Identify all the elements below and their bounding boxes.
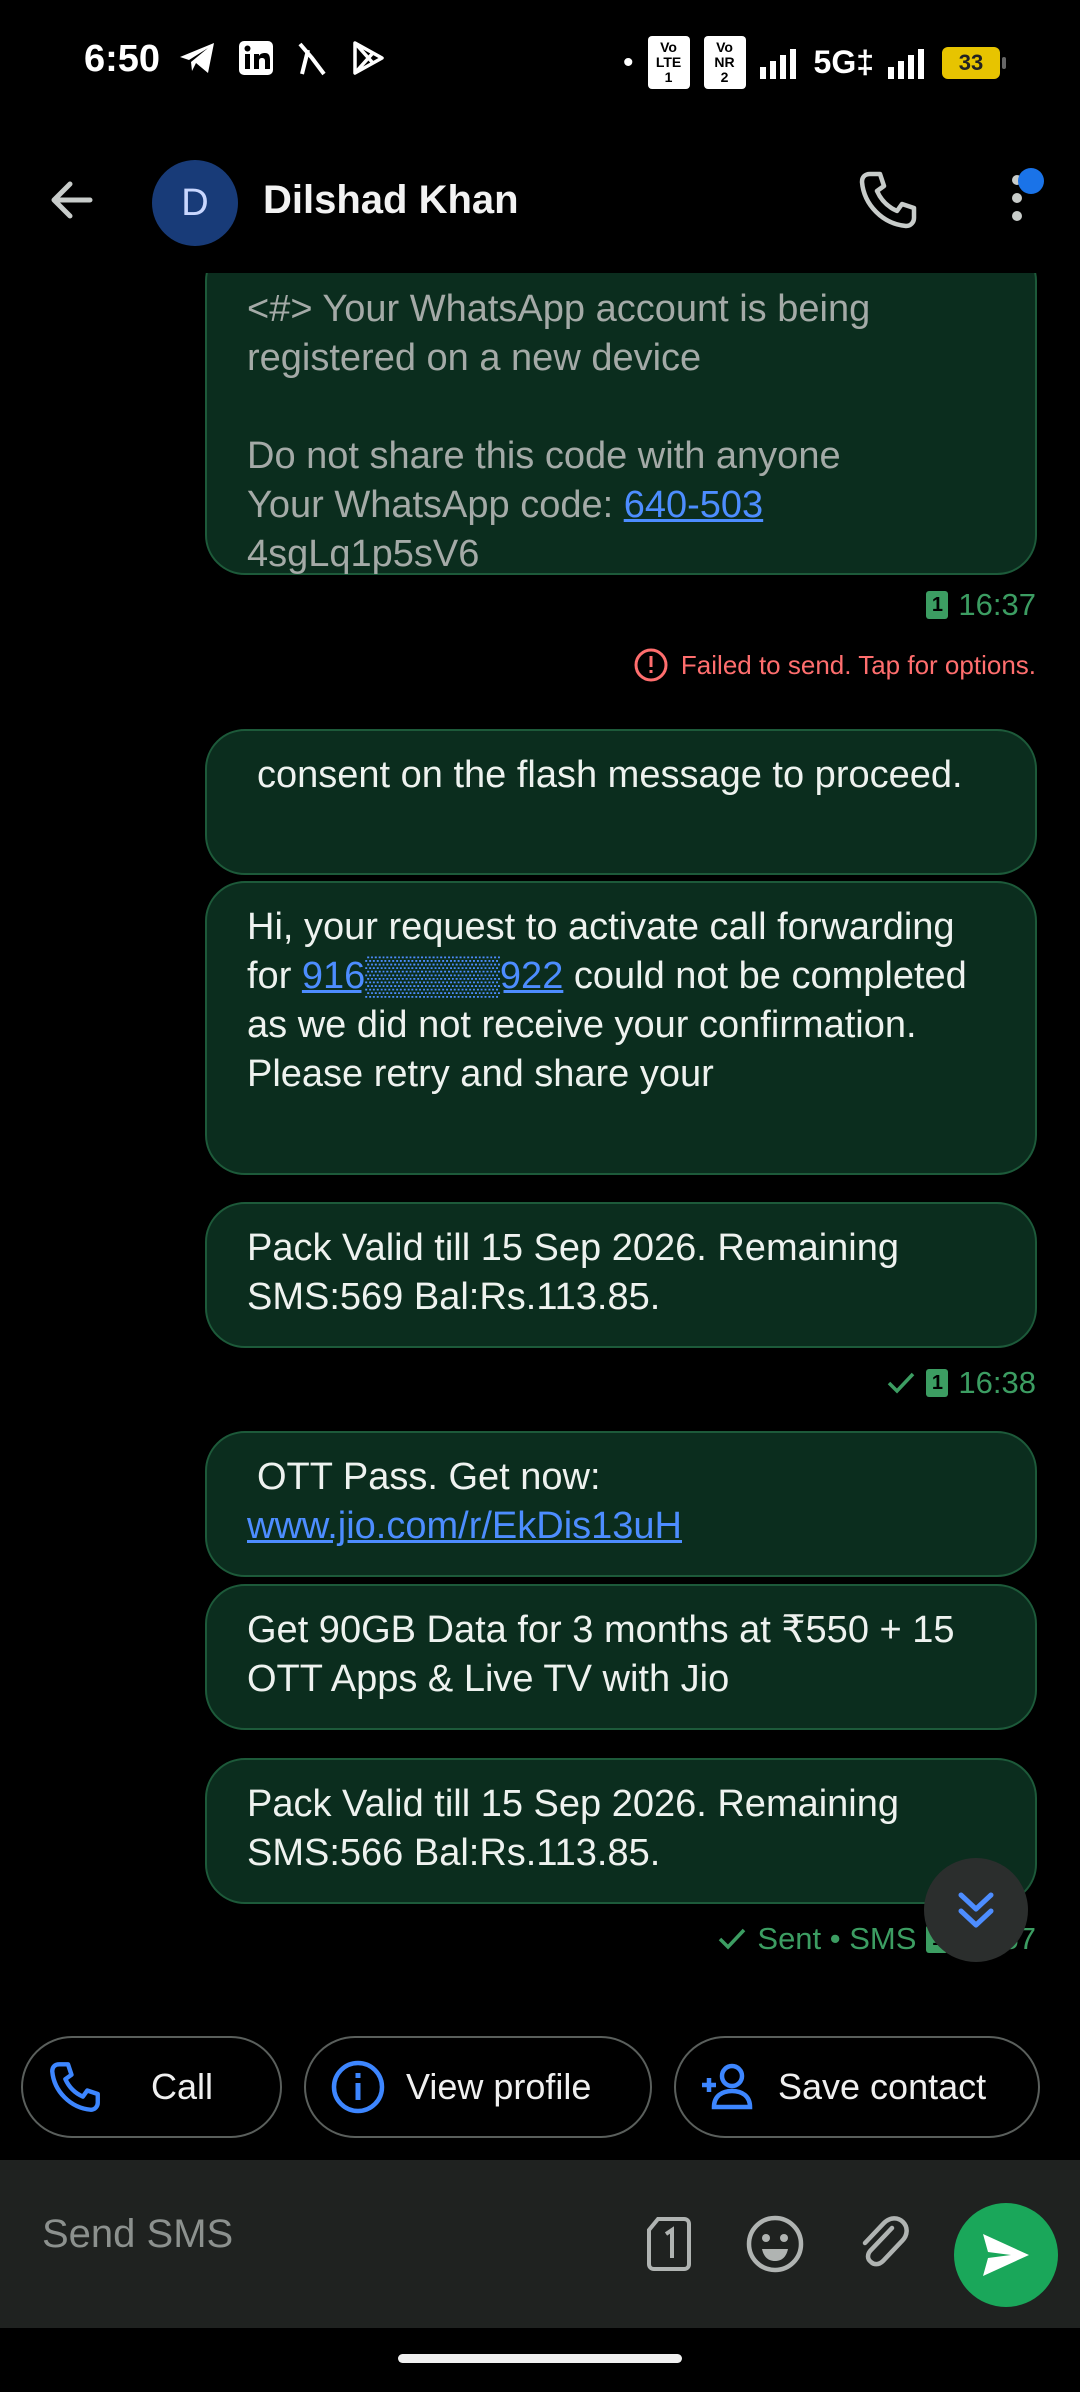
signal-sim1-icon: [759, 48, 796, 79]
phone-icon[interactable]: [856, 168, 920, 232]
send-button[interactable]: [954, 2203, 1058, 2307]
failed-text: Failed to send. Tap for options.: [680, 649, 1036, 680]
error-icon: [634, 648, 668, 682]
sent-check-icon: [719, 1928, 746, 1950]
dot-icon: •: [623, 45, 634, 79]
double-chevron-down-icon: [958, 1892, 994, 1928]
message-bubble[interactable]: Pack Valid till 15 Sep 2026. Remaining S…: [205, 1758, 1037, 1904]
notification-dot: [1018, 168, 1044, 194]
play-store-icon: [353, 41, 384, 75]
attach-icon[interactable]: [852, 2214, 912, 2274]
message-text: Get 90GB Data for 3 months at ₹550 + 15 …: [247, 1609, 955, 1700]
view-profile-button[interactable]: View profile: [304, 2036, 652, 2138]
message-bubble[interactable]: <#> Your WhatsApp account is being regis…: [205, 273, 1037, 575]
conversation-header: D Dilshad Khan: [0, 128, 1080, 273]
message-text: Pack Valid till 15 Sep 2026. Remaining S…: [247, 1227, 900, 1318]
network-type: 5G‡: [813, 44, 874, 80]
add-person-icon: [702, 2063, 753, 2110]
battery-icon: 33: [942, 46, 1006, 79]
message-text: OTT Pass. Get now:: [257, 1456, 601, 1498]
message-bubble[interactable]: Pack Valid till 15 Sep 2026. Remaining S…: [205, 1202, 1037, 1348]
info-icon: [331, 2060, 385, 2114]
linkedin-icon: [239, 41, 273, 75]
notification-icons: [178, 40, 386, 76]
call-label: Call: [151, 2066, 214, 2107]
message-line: 4sgLq1p5sV6: [247, 533, 480, 575]
system-icons: • Vo LTE 1 Vo NR 2 5G‡ 33: [623, 36, 1006, 89]
save-contact-button[interactable]: Save contact: [674, 2036, 1040, 2138]
sim-1-icon: 1: [926, 1369, 949, 1397]
volte-sim1-icon: Vo LTE 1: [647, 36, 690, 89]
message-text: Pack Valid till 15 Sep 2026. Remaining S…: [247, 1783, 900, 1874]
emoji-icon[interactable]: [745, 2214, 805, 2274]
signal-sim2-icon: [888, 48, 924, 79]
call-button[interactable]: Call: [21, 2036, 282, 2138]
url-link[interactable]: www.jio.com/r/EkDis13uH: [247, 1505, 682, 1547]
message-line: Do not share this code with anyone: [247, 435, 841, 477]
message-time: 16:38: [958, 1365, 1036, 1400]
telegram-icon: [180, 43, 214, 73]
phone-number-link[interactable]: 916▒▒▒▒▒922: [302, 955, 563, 997]
vonr-sim2-icon: Vo NR 2: [703, 36, 746, 89]
message-bubble[interactable]: consent on the flash message to proceed.: [205, 729, 1037, 875]
home-gesture-bar[interactable]: [398, 2354, 682, 2363]
view-profile-label: View profile: [406, 2066, 592, 2107]
tool-icon: [298, 42, 326, 76]
failed-status[interactable]: Failed to send. Tap for options.: [633, 647, 1036, 683]
sim-1-icon: 1: [926, 591, 949, 619]
message-bubble[interactable]: OTT Pass. Get now: www.jio.com/r/EkDis13…: [205, 1431, 1037, 1577]
sent-status: Sent • SMS: [757, 1921, 917, 1956]
save-contact-label: Save contact: [778, 2066, 987, 2107]
message-meta: 1 16:38: [886, 1365, 1036, 1401]
sms-input[interactable]: Send SMS: [42, 2212, 233, 2257]
status-time: 6:50: [84, 38, 161, 80]
composer-bar: Send SMS: [0, 2160, 1080, 2328]
message-line: <#> Your WhatsApp account is being: [247, 288, 871, 330]
code-link[interactable]: 640-503: [624, 484, 763, 526]
sim-select-icon[interactable]: [646, 2216, 692, 2272]
message-bubble[interactable]: Get 90GB Data for 3 months at ₹550 + 15 …: [205, 1584, 1037, 1730]
back-arrow-icon[interactable]: [44, 172, 100, 228]
message-line: registered on a new device: [247, 337, 702, 379]
phone-icon: [50, 2062, 100, 2112]
message-bubble[interactable]: Hi, your request to activate call forwar…: [205, 881, 1037, 1175]
message-text: consent on the flash message to proceed.: [257, 754, 963, 796]
avatar[interactable]: D: [152, 160, 238, 246]
sent-check-icon: [888, 1372, 915, 1394]
status-bar: 6:50 • Vo LTE 1 Vo NR 2 5G‡ 33: [0, 0, 1080, 128]
scroll-to-bottom-button[interactable]: [924, 1858, 1028, 1962]
contact-name[interactable]: Dilshad Khan: [263, 178, 519, 223]
send-icon: [983, 2234, 1029, 2276]
message-meta: 1 16:37: [926, 587, 1036, 623]
code-label: Your WhatsApp code:: [247, 484, 624, 526]
message-time: 16:37: [958, 587, 1036, 622]
message-list[interactable]: <#> Your WhatsApp account is being regis…: [0, 273, 1080, 2033]
